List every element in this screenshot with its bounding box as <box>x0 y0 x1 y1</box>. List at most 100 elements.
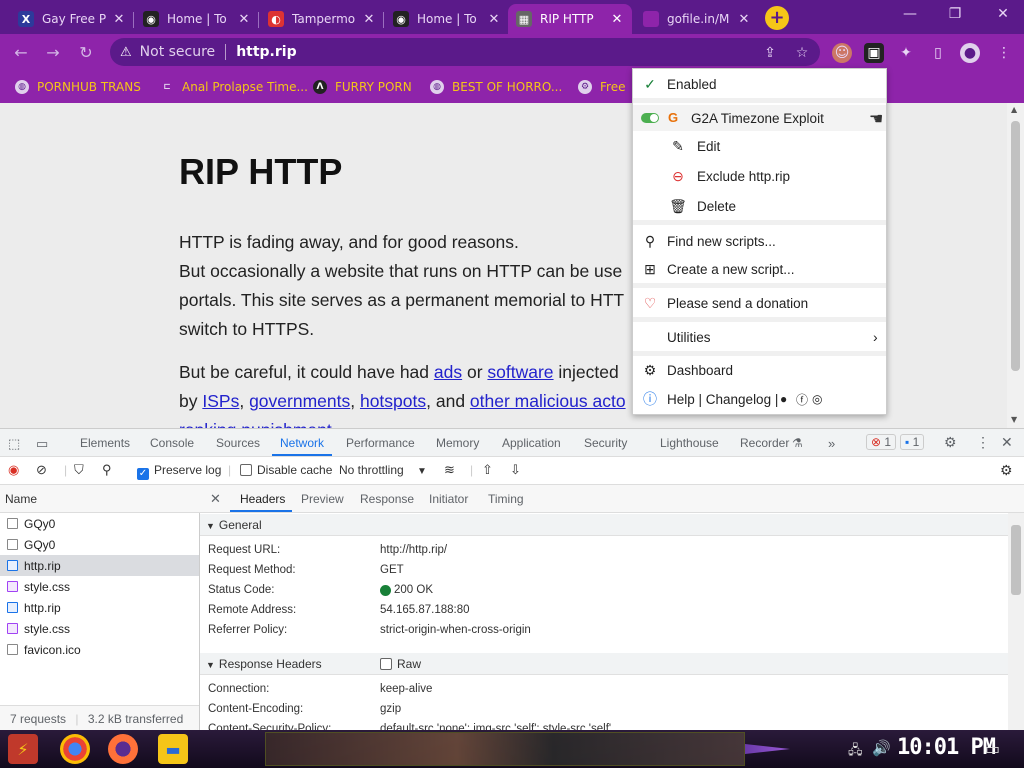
close-icon[interactable]: ✕ <box>610 12 624 27</box>
request-row[interactable]: favicon.ico <box>0 639 199 660</box>
find-scripts-item[interactable]: ⚲ Find new scripts... <box>633 228 886 254</box>
tab-response[interactable]: Response <box>360 492 414 506</box>
tab-network[interactable]: Network <box>280 436 324 450</box>
tab-5[interactable]: gofile.in/M ✕ <box>635 4 759 34</box>
network-settings-icon[interactable]: ⚙ <box>1000 462 1013 479</box>
reload-icon[interactable]: ↻ <box>75 42 97 64</box>
volume-icon[interactable]: 🔊 <box>872 739 891 757</box>
filter-icon[interactable]: ⛉ <box>74 462 84 478</box>
donate-item[interactable]: ♡ Please send a donation <box>633 290 886 316</box>
tab-headers[interactable]: Headers <box>240 492 285 506</box>
chrome-icon[interactable] <box>60 734 90 764</box>
tab-lighthouse[interactable]: Lighthouse <box>660 436 719 450</box>
scroll-thumb[interactable] <box>1011 121 1020 371</box>
request-row[interactable]: GQy0 <box>0 534 199 555</box>
profile-icon[interactable]: ● <box>960 43 980 63</box>
facebook-icon[interactable]: ⓕ <box>796 391 808 408</box>
close-icon[interactable]: ✕ <box>737 12 751 27</box>
close-window-icon[interactable]: ✕ <box>988 6 1018 26</box>
firefox-icon[interactable] <box>108 734 138 764</box>
tab-timing[interactable]: Timing <box>488 492 524 506</box>
ads-link[interactable]: ads <box>434 362 462 382</box>
scroll-up-icon[interactable]: ▲ <box>1011 105 1017 114</box>
raw-checkbox[interactable]: Raw <box>380 657 421 671</box>
response-headers-section-header[interactable]: ▼ Response Headers Raw <box>200 653 1008 675</box>
network-icon[interactable]: 🖧 <box>848 741 863 763</box>
clear-icon[interactable]: ⊘ <box>36 462 47 478</box>
close-devtools-icon[interactable]: ✕ <box>1001 434 1013 451</box>
bookmark-1[interactable]: ⊏ Anal Prolapse Time... <box>160 78 308 96</box>
bookmark-4[interactable]: ⚙ Free <box>578 78 625 96</box>
scroll-down-icon[interactable]: ▼ <box>1011 415 1017 424</box>
address-bar[interactable]: ⚠ Not secure http.rip <box>110 38 820 66</box>
throttling-select[interactable]: No throttling ▼ <box>339 463 427 477</box>
disable-cache-checkbox[interactable]: Disable cache <box>240 463 332 477</box>
settings-gear-icon[interactable]: ⚙ <box>944 434 957 451</box>
bookmark-0[interactable]: ◍ PORNHUB TRANS <box>15 78 141 96</box>
request-row[interactable]: GQy0 <box>0 513 199 534</box>
tab-memory[interactable]: Memory <box>436 436 479 450</box>
tab-2[interactable]: ◐ Tampermo ✕ <box>260 4 384 34</box>
utilities-item[interactable]: Utilities › <box>633 324 886 350</box>
import-har-icon[interactable]: ⇧ <box>482 462 493 478</box>
other-malicious-link[interactable]: other malicious acto <box>470 391 626 411</box>
action-center-icon[interactable]: ▭ <box>985 739 1000 758</box>
software-link[interactable]: software <box>487 362 553 382</box>
hotspots-link[interactable]: hotspots <box>360 391 426 411</box>
record-icon[interactable]: ◉ <box>8 462 19 478</box>
inspect-icon[interactable]: ⬚ <box>8 436 20 452</box>
tab-sources[interactable]: Sources <box>216 436 260 450</box>
tampermonkey-icon[interactable]: ▣ <box>864 43 884 63</box>
start-icon[interactable]: ⚡ <box>8 734 38 764</box>
restore-icon[interactable]: ❐ <box>940 6 970 26</box>
kebab-menu-icon[interactable]: ⋮ <box>976 434 990 451</box>
close-icon[interactable]: ✕ <box>487 12 501 27</box>
tab-performance[interactable]: Performance <box>346 436 415 450</box>
create-script-item[interactable]: ⊞ Create a new script... <box>633 256 886 282</box>
bookmark-star-icon[interactable]: ☆ <box>792 43 812 63</box>
tab-elements[interactable]: Elements <box>80 436 130 450</box>
new-tab-button[interactable]: + <box>765 6 789 30</box>
tab-security[interactable]: Security <box>584 436 627 450</box>
github-icon[interactable]: ● <box>780 392 787 406</box>
close-icon[interactable]: ✕ <box>237 12 251 27</box>
message-badge[interactable]: ▪ 1 <box>900 434 925 450</box>
tab-preview[interactable]: Preview <box>301 492 344 506</box>
isps-link[interactable]: ISPs <box>202 391 239 411</box>
export-har-icon[interactable]: ⇩ <box>510 462 521 478</box>
clock[interactable]: 10:01 PM <box>897 735 996 760</box>
minimize-icon[interactable]: — <box>895 6 925 26</box>
page-scrollbar[interactable]: ▲ ▼ <box>1007 103 1024 428</box>
edit-item[interactable]: ✎ Edit <box>633 133 886 159</box>
error-badge[interactable]: ⊗ 1 <box>866 434 897 450</box>
enabled-toggle[interactable]: ✓ Enabled <box>633 71 886 97</box>
close-icon[interactable]: ✕ <box>362 12 376 27</box>
governments-link[interactable]: governments <box>249 391 350 411</box>
instagram-icon[interactable]: ◎ <box>812 392 822 406</box>
menu-kebab-icon[interactable]: ⋮ <box>994 43 1014 63</box>
script-row[interactable]: G G2A Timezone Exploit ☚ <box>633 105 886 131</box>
scroll-thumb[interactable] <box>1011 525 1021 595</box>
device-toolbar-icon[interactable]: ▭ <box>36 436 48 452</box>
network-conditions-icon[interactable]: ≋ <box>444 462 455 478</box>
side-panel-icon[interactable]: ▯ <box>928 43 948 63</box>
tab-application[interactable]: Application <box>502 436 561 450</box>
tab-recorder[interactable]: Recorder <box>740 436 789 450</box>
bookmark-3[interactable]: ◍ BEST OF HORRO... <box>430 78 562 96</box>
close-details-icon[interactable]: ✕ <box>210 491 221 507</box>
request-row-selected[interactable]: http.rip <box>0 555 199 576</box>
forward-icon[interactable]: → <box>42 42 64 64</box>
tab-console[interactable]: Console <box>150 436 194 450</box>
tab-initiator[interactable]: Initiator <box>429 492 468 506</box>
close-icon[interactable]: ✕ <box>112 12 126 27</box>
taskbar-window-preview[interactable] <box>265 732 745 766</box>
request-row[interactable]: style.css <box>0 618 199 639</box>
back-icon[interactable]: ← <box>10 42 32 64</box>
ranking-link[interactable]: ranking punishment. <box>179 420 337 428</box>
details-scrollbar[interactable] <box>1008 513 1024 731</box>
preserve-log-checkbox[interactable]: ✓ Preserve log <box>137 463 221 480</box>
delete-item[interactable]: 🗑 Delete <box>633 193 886 219</box>
request-row[interactable]: style.css <box>0 576 199 597</box>
tab-0[interactable]: X Gay Free P ✕ <box>10 4 134 34</box>
name-column-header[interactable]: Name <box>0 485 200 513</box>
